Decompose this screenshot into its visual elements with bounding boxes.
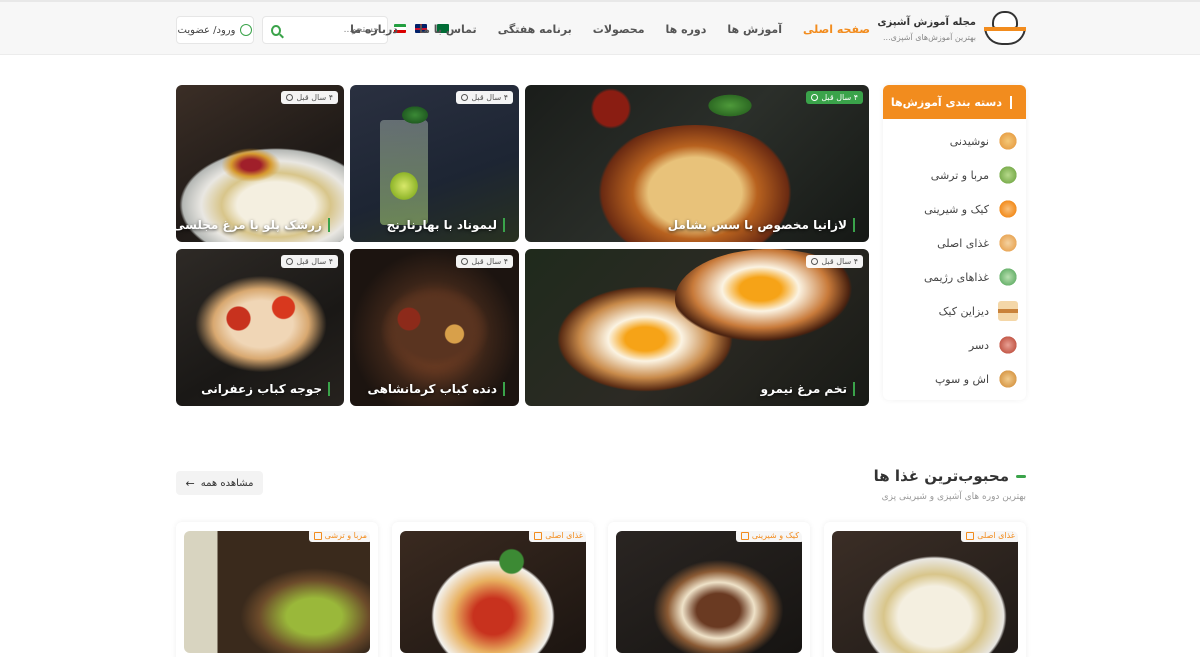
category-badge[interactable]: کیک و شیرینی — [735, 529, 804, 542]
category-item-dessert[interactable]: دسر — [969, 334, 1018, 356]
sidebar-header: دسته بندی آموزش‌ها — [883, 85, 1026, 119]
food-card-image — [832, 531, 1018, 653]
hero-title: لیموناد با بهارنارنج — [387, 218, 505, 232]
category-item-cake-pastry[interactable]: کیک و شیرینی — [924, 198, 1018, 220]
cake-icon — [998, 199, 1018, 219]
nav-contact[interactable]: تماس با ما — [419, 23, 477, 36]
hero-time-badge: ۴ سال قبل — [281, 255, 338, 268]
hero-time-badge: ۴ سال قبل — [806, 255, 863, 268]
clock-icon — [811, 258, 819, 265]
arrow-left-icon: ← — [185, 476, 195, 490]
category-icon — [966, 531, 975, 540]
hero-tile-zereshk-polo[interactable]: ۴ سال قبل زرشک پلو با مرغ مجلسی — [176, 85, 344, 242]
nav-tutorials[interactable]: آموزش ها — [727, 23, 782, 36]
food-card[interactable]: غذای اصلی — [392, 522, 594, 657]
category-badge[interactable]: غذای اصلی — [961, 529, 1020, 542]
sidebar-title: دسته بندی آموزش‌ها — [891, 95, 1012, 109]
hero-tile-rib-kebab[interactable]: ۴ سال قبل دنده کباب کرمانشاهی — [350, 249, 519, 406]
main-dish-icon — [998, 233, 1018, 253]
hero-time-badge: ۴ سال قبل — [456, 91, 513, 104]
category-icon — [534, 531, 543, 540]
salad-icon — [998, 267, 1018, 287]
hero-tile-lemonade[interactable]: ۴ سال قبل لیموناد با بهارنارنج — [350, 85, 519, 242]
logo-title: مجله آموزش آشپزی — [877, 16, 976, 28]
category-item-main-dish[interactable]: غذای اصلی — [937, 232, 1018, 254]
food-card-image — [184, 531, 370, 653]
nav-about[interactable]: درباره ما — [350, 23, 398, 36]
view-all-button[interactable]: ← مشاهده همه — [176, 471, 263, 495]
login-label: ورود/ عضویت — [177, 24, 236, 36]
clock-icon — [286, 94, 294, 101]
nav-courses[interactable]: دوره ها — [666, 23, 707, 36]
section-subtitle: بهترین دوره های آشپزی و شیرینی پزی — [881, 492, 1026, 502]
food-card-image — [616, 531, 802, 653]
food-card[interactable]: غذای اصلی — [824, 522, 1026, 657]
food-card[interactable]: کیک و شیرینی — [608, 522, 810, 657]
clock-icon — [461, 258, 469, 265]
main-nav: صفحه اصلی آموزش ها دوره ها محصولات برنام… — [350, 2, 870, 57]
login-register-button[interactable]: ورود/ عضویت — [176, 16, 254, 44]
title-accent-bar — [1016, 474, 1026, 478]
food-card[interactable]: مربا و ترشی — [176, 522, 378, 657]
search-icon[interactable] — [271, 24, 281, 36]
site-logo[interactable]: مجله آموزش آشپزی بهترین آموزش‌های آشپزی.… — [877, 11, 1026, 47]
drink-icon — [998, 131, 1018, 151]
soup-bowl-icon — [998, 369, 1018, 389]
nav-weekly-plan[interactable]: برنامه هفتگی — [498, 23, 572, 36]
jar-icon — [998, 165, 1018, 185]
hero-tile-lasagna[interactable]: ۴ سال قبل لازانیا مخصوص با سس بشامل — [525, 85, 869, 242]
hero-title: جوجه کباب زعفرانی — [201, 382, 330, 396]
clock-icon — [811, 94, 819, 101]
clock-icon — [286, 258, 294, 265]
nav-home[interactable]: صفحه اصلی — [803, 23, 870, 36]
category-badge[interactable]: مربا و ترشی — [308, 529, 372, 542]
hero-title: دنده کباب کرمانشاهی — [367, 382, 505, 396]
cake-slice-icon — [998, 301, 1018, 321]
hero-title: لازانیا مخصوص با سس بشامل — [668, 218, 855, 232]
section-title: محبوب‌ترین غذا ها — [874, 467, 1026, 485]
category-item-diet-food[interactable]: غذاهای رژیمی — [924, 266, 1018, 288]
dessert-icon — [998, 335, 1018, 355]
hero-title: زرشک پلو با مرغ مجلسی — [176, 218, 330, 232]
logo-subtitle: بهترین آموزش‌های آشپزی... — [883, 32, 976, 42]
category-item-drinks[interactable]: نوشیدنی — [950, 130, 1018, 152]
category-badge[interactable]: غذای اصلی — [529, 529, 588, 542]
clock-icon — [461, 94, 469, 101]
hero-time-badge: ۴ سال قبل — [456, 255, 513, 268]
category-item-cake-design[interactable]: دیزاین کیک — [939, 300, 1018, 322]
food-card-image — [400, 531, 586, 653]
hero-tile-joojeh-kebab[interactable]: ۴ سال قبل جوجه کباب زعفرانی — [176, 249, 344, 406]
hero-tile-fried-egg[interactable]: ۴ سال قبل تخم مرغ نیمرو — [525, 249, 869, 406]
nav-products[interactable]: محصولات — [593, 23, 645, 36]
user-icon — [240, 24, 253, 36]
category-item-jam-pickle[interactable]: مربا و ترشی — [931, 164, 1018, 186]
hero-title: تخم مرغ نیمرو — [761, 382, 855, 396]
chef-hat-logo-icon — [984, 11, 1026, 47]
category-item-soup[interactable]: اش و سوپ — [935, 368, 1018, 390]
top-header: ورود/ عضویت صفحه اصلی آموزش ها دوره ها م… — [0, 0, 1200, 55]
category-icon — [313, 531, 322, 540]
category-sidebar: دسته بندی آموزش‌ها نوشیدنی مربا و ترشی ک… — [883, 85, 1026, 400]
category-icon — [740, 531, 749, 540]
hero-time-badge: ۴ سال قبل — [281, 91, 338, 104]
hero-time-badge: ۴ سال قبل — [806, 91, 863, 104]
